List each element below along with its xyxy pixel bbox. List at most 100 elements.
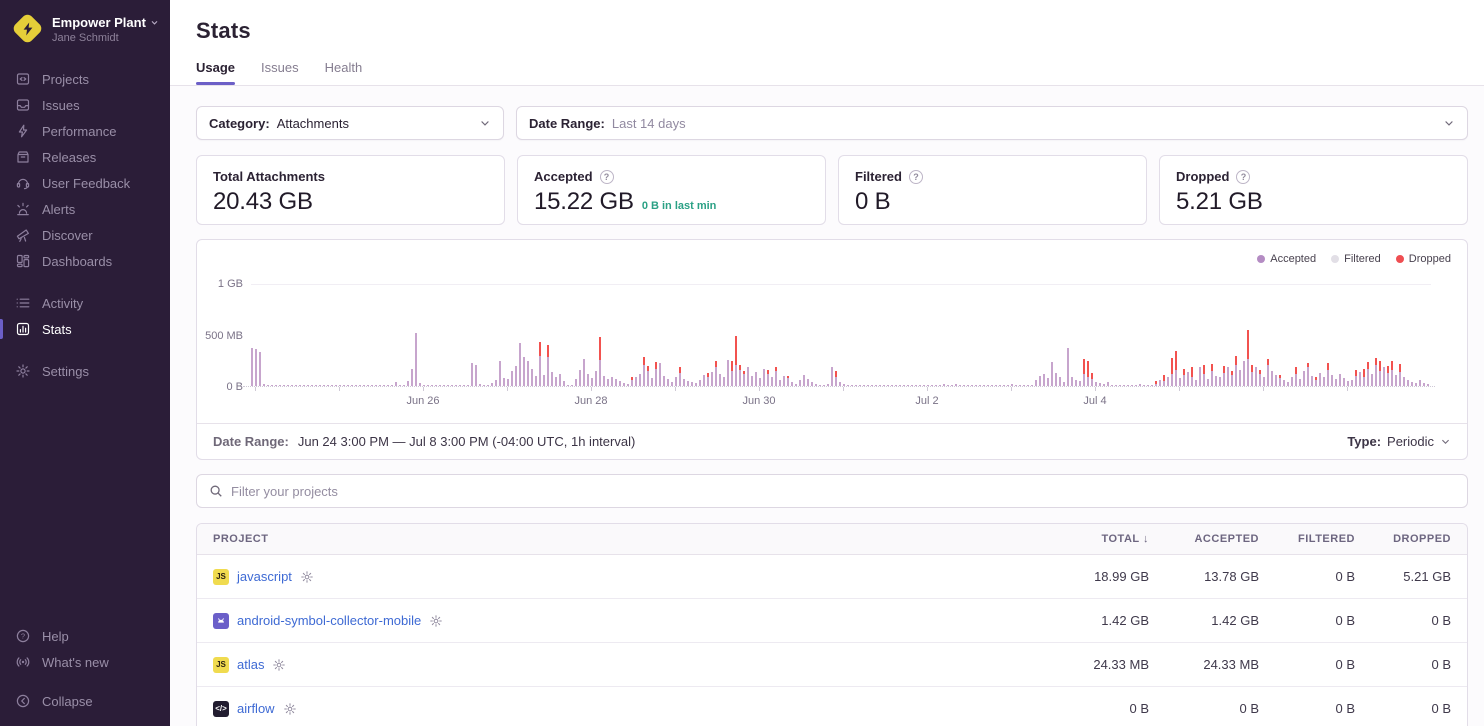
tab-health[interactable]: Health [325,60,363,85]
usage-bar [879,385,881,386]
help-icon[interactable]: ? [1236,170,1250,184]
usage-bar [1179,378,1181,386]
usage-bar [1259,370,1261,386]
usage-bar [1247,330,1249,386]
usage-bar [419,383,421,386]
usage-bar [783,376,785,386]
legend-item-accepted[interactable]: Accepted [1257,253,1316,265]
legend-item-dropped[interactable]: Dropped [1396,253,1451,265]
usage-bar [603,376,605,386]
legend-item-filtered[interactable]: Filtered [1331,253,1381,265]
usage-bar [347,385,349,386]
legend-label: Filtered [1344,253,1381,265]
usage-bar [843,384,845,386]
column-accepted[interactable]: Accepted [1165,533,1275,545]
sidebar-item-releases[interactable]: Releases [0,144,170,170]
usage-bar [323,385,325,386]
usage-bar [1119,385,1121,386]
usage-bar [715,361,717,386]
legend-label: Accepted [1270,253,1316,265]
card-value: 15.22 GB [534,188,634,216]
dropped-value: 0 B [1371,613,1467,628]
date-range-select[interactable]: Date Range: Last 14 days [516,106,1468,140]
usage-bar [771,377,773,386]
card-value: 0 B [855,188,890,216]
usage-bar [371,385,373,386]
project-link[interactable]: atlas [237,657,264,672]
usage-bar [807,379,809,386]
project-link[interactable]: airflow [237,701,275,716]
project-settings-gear-icon[interactable] [272,658,286,672]
tab-issues[interactable]: Issues [261,60,299,85]
help-icon[interactable]: ? [909,170,923,184]
sidebar-item-discover[interactable]: Discover [0,222,170,248]
usage-bar [567,385,569,386]
project-settings-gear-icon[interactable] [300,570,314,584]
usage-bar [1319,373,1321,386]
usage-bar [1395,375,1397,386]
usage-bar [1263,377,1265,386]
usage-bar [787,376,789,386]
sidebar-item-issues[interactable]: Issues [0,92,170,118]
user-feedback-icon [15,175,31,191]
sidebar-item-activity[interactable]: Activity [0,290,170,316]
sidebar-nav: ProjectsIssuesPerformanceReleasesUser Fe… [0,66,170,384]
usage-bar [1227,367,1229,386]
usage-bar [831,367,833,386]
usage-bar [883,385,885,386]
usage-bar [1311,376,1313,386]
platform-icon-code: </> [213,701,229,717]
category-select[interactable]: Category: Attachments [196,106,504,140]
collapse-button[interactable]: Collapse [0,688,170,714]
sidebar-item-what-s-new[interactable]: What's new [0,649,170,675]
project-settings-gear-icon[interactable] [283,702,297,716]
project-settings-gear-icon[interactable] [429,614,443,628]
column-total[interactable]: Total ↓ [1053,533,1165,545]
sidebar-item-settings[interactable]: Settings [0,358,170,384]
usage-bar [1111,385,1113,386]
usage-bar [727,360,729,386]
project-link[interactable]: javascript [237,569,292,584]
usage-bar [995,385,997,386]
help-icon[interactable]: ? [600,170,614,184]
usage-bar [619,381,621,386]
card-label: Accepted [534,169,593,184]
sidebar-item-performance[interactable]: Performance [0,118,170,144]
usage-bar [1203,365,1205,386]
usage-bar [1027,385,1029,386]
usage-bar [427,385,429,386]
sidebar-item-projects[interactable]: Projects [0,66,170,92]
sidebar-item-stats[interactable]: Stats [0,316,170,342]
project-filter-input[interactable] [231,484,1455,499]
usage-bar [1123,385,1125,386]
usage-bar [1075,380,1077,386]
type-label: Type: [1347,434,1381,449]
x-axis-tick [255,387,256,391]
usage-bar [811,382,813,386]
performance-icon [15,123,31,139]
usage-bar [1231,371,1233,386]
project-link[interactable]: android-symbol-collector-mobile [237,613,421,628]
usage-bar [1099,383,1101,386]
usage-bar [1059,377,1061,386]
sidebar-item-help[interactable]: ?Help [0,623,170,649]
usage-bar [983,385,985,386]
usage-bar [1219,377,1221,386]
x-axis-label: Jun 26 [406,395,439,407]
sidebar-item-dashboards[interactable]: Dashboards [0,248,170,274]
usage-bar [671,382,673,386]
usage-bar [447,385,449,386]
org-switcher[interactable]: Empower Plant Jane Schmidt [0,0,170,56]
sidebar-item-alerts[interactable]: Alerts [0,196,170,222]
x-axis-label: Jul 2 [915,395,938,407]
type-select[interactable]: Type: Periodic [1347,434,1451,449]
sidebar-item-user-feedback[interactable]: User Feedback [0,170,170,196]
dropped-value: 0 B [1371,701,1467,716]
usage-bar [367,385,369,386]
column-project[interactable]: Project [197,533,1053,545]
sort-desc-icon: ↓ [1143,533,1149,545]
usage-bar [655,362,657,386]
column-filtered[interactable]: Filtered [1275,533,1371,545]
column-dropped[interactable]: Dropped [1371,533,1467,545]
tab-usage[interactable]: Usage [196,60,235,85]
